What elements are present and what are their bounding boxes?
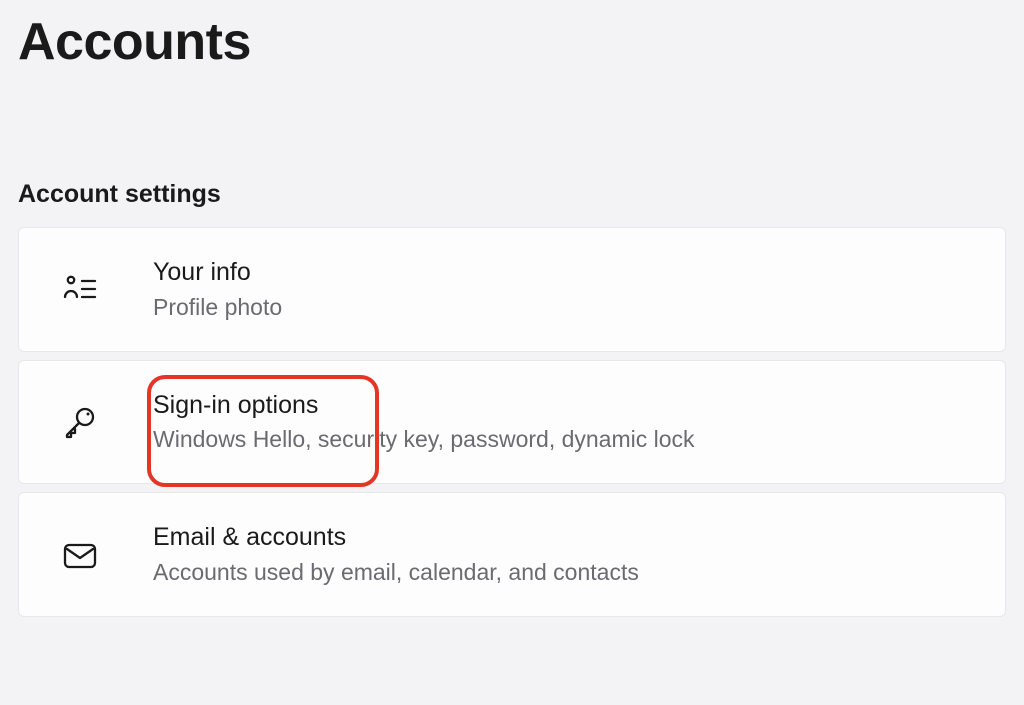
settings-item-title: Your info — [153, 256, 282, 289]
settings-item-desc: Windows Hello, security key, password, d… — [153, 423, 695, 455]
settings-list: Your info Profile photo Sign-in options … — [18, 227, 1006, 617]
contact-card-icon — [61, 270, 99, 308]
mail-icon — [61, 536, 99, 574]
settings-item-title: Sign-in options — [153, 389, 695, 422]
section-header-account-settings: Account settings — [18, 180, 1006, 209]
settings-item-desc: Profile photo — [153, 291, 282, 323]
settings-item-text: Sign-in options Windows Hello, security … — [153, 389, 695, 456]
settings-item-desc: Accounts used by email, calendar, and co… — [153, 556, 639, 588]
settings-item-title: Email & accounts — [153, 521, 639, 554]
settings-item-your-info[interactable]: Your info Profile photo — [18, 227, 1006, 352]
page-title: Accounts — [18, 0, 1006, 72]
settings-item-text: Email & accounts Accounts used by email,… — [153, 521, 639, 588]
settings-item-text: Your info Profile photo — [153, 256, 282, 323]
key-icon — [61, 403, 99, 441]
settings-item-sign-in-options[interactable]: Sign-in options Windows Hello, security … — [18, 360, 1006, 485]
settings-item-email-accounts[interactable]: Email & accounts Accounts used by email,… — [18, 492, 1006, 617]
